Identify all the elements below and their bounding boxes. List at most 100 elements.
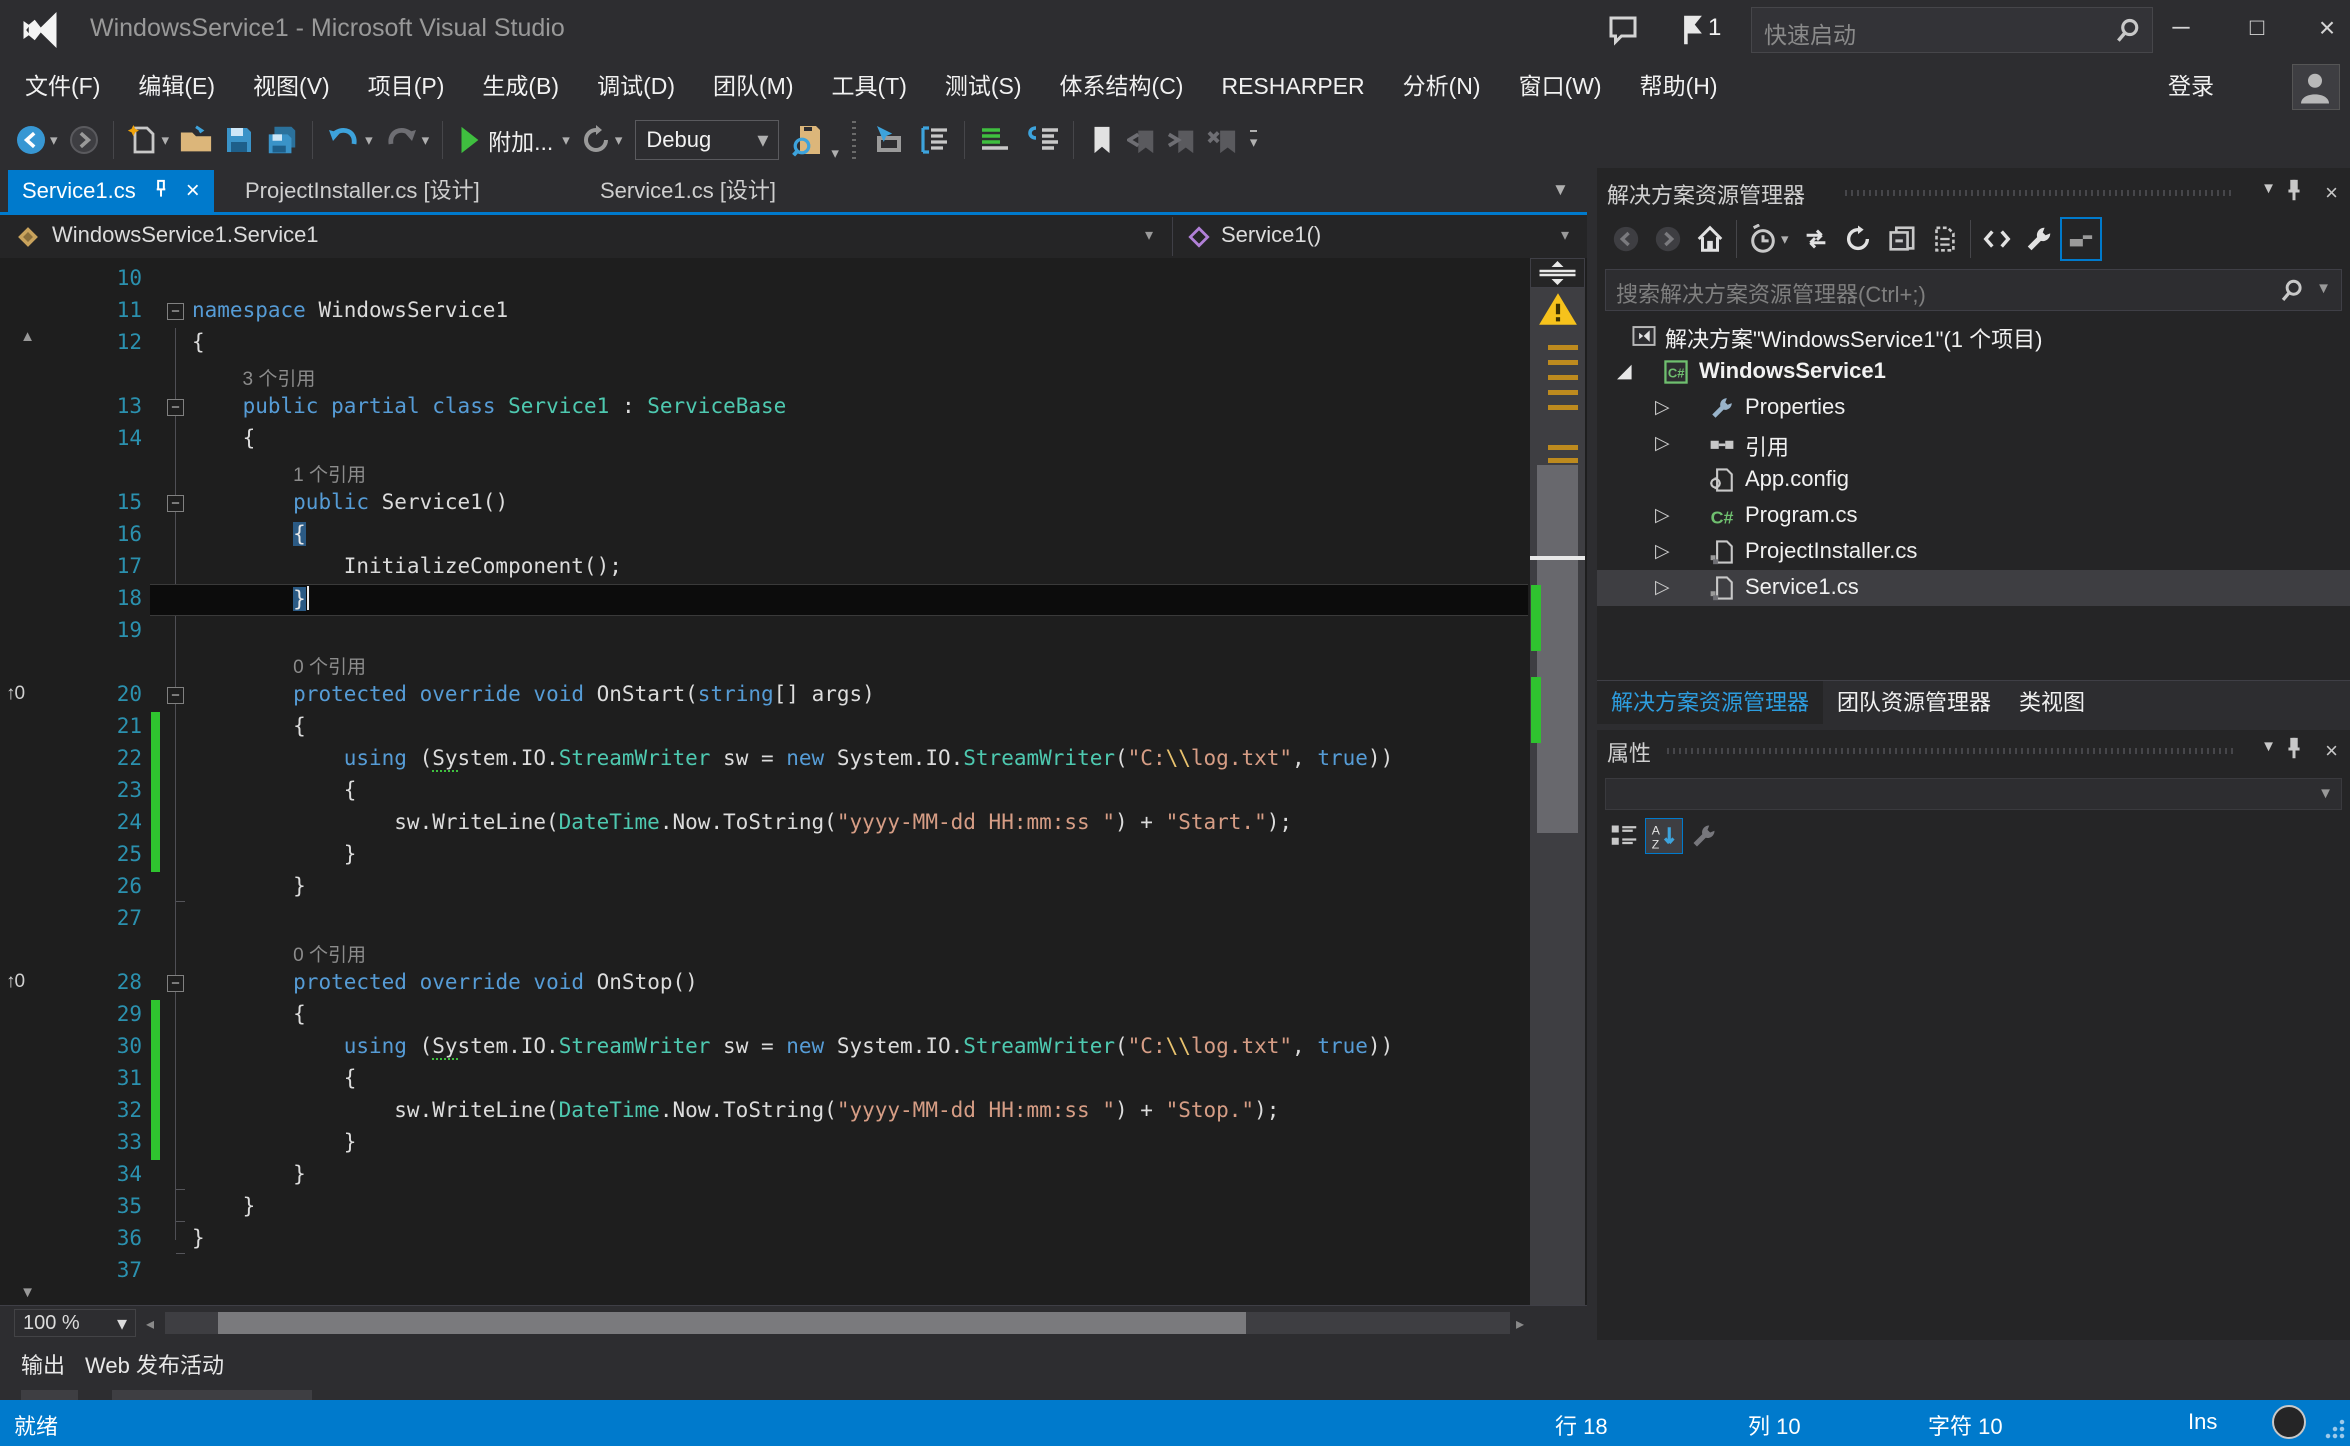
- resharper-status-indicator[interactable]: [2272, 1405, 2306, 1439]
- override-gutter-icon[interactable]: ↑0: [6, 971, 24, 993]
- quick-launch-search[interactable]: 快速启动: [1751, 7, 2153, 53]
- code-line-16[interactable]: 16 {: [0, 520, 1530, 552]
- pin-icon[interactable]: [2282, 736, 2306, 762]
- web-publish-activity-tab[interactable]: Web 发布活动: [85, 1348, 224, 1380]
- solution-explorer-title-bar[interactable]: 解决方案资源管理器 ▼ ×: [1597, 172, 2350, 212]
- home-button[interactable]: [1689, 219, 1731, 259]
- document-outline-button[interactable]: [910, 118, 956, 162]
- codelens-references[interactable]: 1 个引用: [293, 460, 366, 487]
- redo-button[interactable]: ▾: [378, 118, 435, 162]
- tree-item-[interactable]: ▷引用: [1597, 426, 2350, 462]
- chevron-down-icon[interactable]: ▼: [2316, 280, 2331, 297]
- scroll-down-icon[interactable]: ▼: [0, 1284, 55, 1301]
- code-line-29[interactable]: 29 {: [0, 1000, 1530, 1032]
- fold-collapse-box[interactable]: −: [167, 399, 184, 416]
- expanded-expander-icon[interactable]: ◢: [1617, 360, 1632, 383]
- horizontal-scrollbar[interactable]: [165, 1312, 1510, 1334]
- object-selector-combobox[interactable]: ▼: [1605, 778, 2342, 810]
- title-bar[interactable]: WindowsService1 - Microsoft Visual Studi…: [0, 0, 2350, 60]
- panel-tab-active[interactable]: 解决方案资源管理器: [1597, 681, 1823, 725]
- menu-item-resharper[interactable]: RESHARPER: [1202, 60, 1383, 112]
- close-icon[interactable]: ×: [2325, 738, 2338, 764]
- collapsed-expander-icon[interactable]: ▷: [1655, 432, 1670, 455]
- notifications-flag-icon[interactable]: 1: [1678, 14, 1708, 51]
- undo-button[interactable]: ▾: [321, 118, 378, 162]
- editor-split-handle[interactable]: [1530, 258, 1585, 288]
- code-line-26[interactable]: 26 }: [0, 872, 1530, 904]
- tree-item-service1cs[interactable]: ▷Service1.cs: [1597, 570, 2350, 606]
- code-line-10[interactable]: 10: [0, 264, 1530, 296]
- close-button[interactable]: ×: [2298, 8, 2350, 48]
- forward-button[interactable]: [1647, 219, 1689, 259]
- next-bookmark-button[interactable]: [1162, 118, 1202, 162]
- collapse-all-button[interactable]: [1879, 219, 1923, 259]
- menu-item-n[interactable]: 分析(N): [1384, 60, 1500, 112]
- panel-tab-inactive[interactable]: 团队资源管理器: [1823, 681, 2005, 725]
- type-dropdown[interactable]: WindowsService1.Service1 ▾: [0, 215, 1172, 258]
- restart-button[interactable]: ▾: [575, 118, 628, 162]
- scrollbar-thumb[interactable]: [1537, 465, 1578, 833]
- clear-bookmarks-button[interactable]: [1202, 118, 1242, 162]
- code-line-25[interactable]: 25 }: [0, 840, 1530, 872]
- maximize-button[interactable]: □: [2228, 8, 2286, 48]
- open-file-button[interactable]: [174, 118, 218, 162]
- code-line-17[interactable]: 17 InitializeComponent();: [0, 552, 1530, 584]
- document-tab-1[interactable]: Service1.cs×: [8, 170, 214, 212]
- scroll-up-icon[interactable]: ▲: [0, 328, 55, 345]
- minimize-button[interactable]: ─: [2152, 8, 2210, 48]
- menu-item-w[interactable]: 窗口(W): [1500, 60, 1621, 112]
- scroll-right-icon[interactable]: ▸: [1516, 1314, 1524, 1334]
- pending-changes-filter-button[interactable]: ▾: [1742, 219, 1795, 259]
- codelens-row[interactable]: 0 个引用: [0, 648, 1530, 680]
- code-line-32[interactable]: 32 sw.WriteLine(DateTime.Now.ToString("y…: [0, 1096, 1530, 1128]
- toggle-bookmark-button[interactable]: [1082, 118, 1122, 162]
- menu-item-v[interactable]: 视图(V): [234, 60, 349, 112]
- attach-debugger-button[interactable]: 附加... ▾: [451, 118, 575, 162]
- close-icon[interactable]: ×: [2325, 180, 2338, 206]
- fold-collapse-box[interactable]: −: [167, 495, 184, 512]
- properties-button[interactable]: [2018, 219, 2060, 259]
- tree-item-appconfig[interactable]: App.config: [1597, 462, 2350, 498]
- save-button[interactable]: [218, 118, 260, 162]
- menu-item-e[interactable]: 编辑(E): [119, 60, 234, 112]
- fold-collapse-box[interactable]: −: [167, 687, 184, 704]
- document-tab-2[interactable]: ProjectInstaller.cs [设计]: [245, 170, 480, 212]
- menu-item-c[interactable]: 体系结构(C): [1041, 60, 1203, 112]
- codelens-references[interactable]: 0 个引用: [293, 940, 366, 967]
- show-all-files-button[interactable]: [1923, 219, 1965, 259]
- code-line-28[interactable]: ↑028− protected override void OnStop(): [0, 968, 1530, 1000]
- property-pages-button[interactable]: [1685, 818, 1723, 854]
- code-line-37[interactable]: 37: [0, 1256, 1530, 1288]
- sign-in-link[interactable]: 登录: [2168, 60, 2214, 112]
- user-avatar[interactable]: [2292, 64, 2340, 110]
- previous-bookmark-button[interactable]: [1122, 118, 1162, 162]
- preview-selected-items-toggle[interactable]: [2060, 217, 2102, 261]
- save-all-button[interactable]: [260, 118, 304, 162]
- code-line-13[interactable]: 13− public partial class Service1 : Serv…: [0, 392, 1530, 424]
- menu-item-b[interactable]: 生成(B): [463, 60, 578, 112]
- menu-item-d[interactable]: 调试(D): [578, 60, 694, 112]
- code-line-23[interactable]: 23 {: [0, 776, 1530, 808]
- solution-explorer-search-input[interactable]: 搜索解决方案资源管理器(Ctrl+;) ▼: [1605, 269, 2342, 311]
- menu-item-h[interactable]: 帮助(H): [1621, 60, 1737, 112]
- menu-item-s[interactable]: 测试(S): [926, 60, 1041, 112]
- window-position-dropdown-icon[interactable]: ▼: [2261, 180, 2276, 197]
- member-dropdown[interactable]: Service1() ▾: [1173, 215, 1587, 258]
- tree-item-programcs[interactable]: ▷C#Program.cs: [1597, 498, 2350, 534]
- codelens-row[interactable]: 3 个引用: [0, 360, 1530, 392]
- document-tab-3[interactable]: Service1.cs [设计]: [600, 170, 776, 212]
- code-line-36[interactable]: 36}: [0, 1224, 1530, 1256]
- pin-icon[interactable]: [2282, 178, 2306, 204]
- navigate-back-button[interactable]: ▾: [10, 118, 63, 162]
- feedback-icon[interactable]: [1603, 12, 1643, 48]
- collapsed-expander-icon[interactable]: ▷: [1655, 576, 1670, 599]
- code-line-31[interactable]: 31 {: [0, 1064, 1530, 1096]
- tree-item-windowsservice1[interactable]: ◢C#WindowsService1: [1597, 354, 2350, 390]
- menu-item-m[interactable]: 团队(M): [694, 60, 812, 112]
- code-line-27[interactable]: 27: [0, 904, 1530, 936]
- fold-collapse-box[interactable]: −: [167, 975, 184, 992]
- pin-icon[interactable]: [152, 181, 170, 203]
- sync-with-active-document-button[interactable]: [1795, 219, 1837, 259]
- code-line-30[interactable]: 30 using (System.IO.StreamWriter sw = ne…: [0, 1032, 1530, 1064]
- code-line-22[interactable]: 22 using (System.IO.StreamWriter sw = ne…: [0, 744, 1530, 776]
